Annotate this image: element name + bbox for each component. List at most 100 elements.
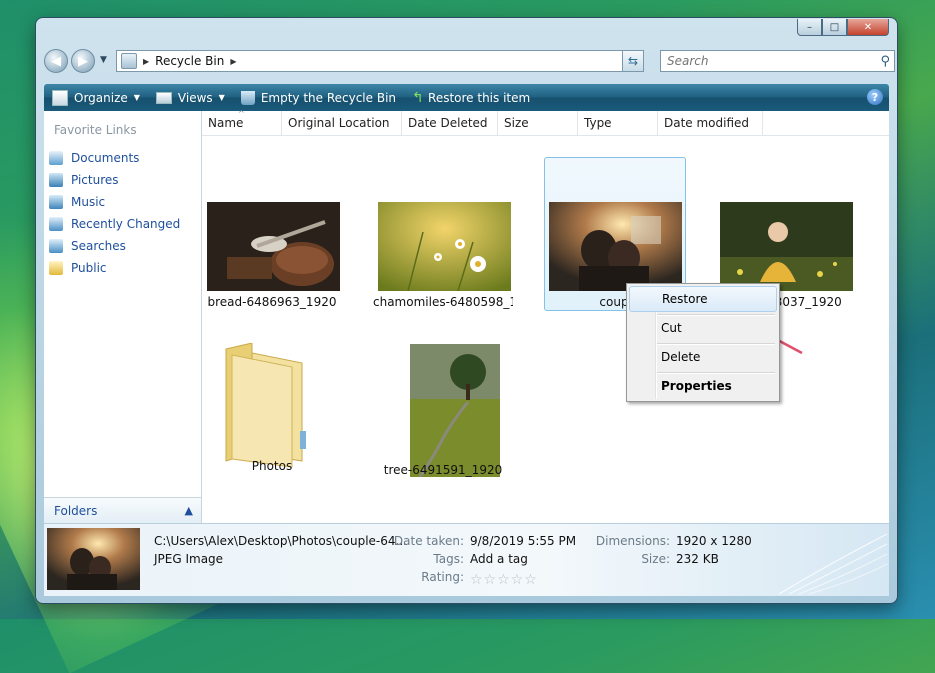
- column-size[interactable]: Size: [498, 111, 578, 135]
- column-original-location[interactable]: Original Location: [282, 111, 402, 135]
- details-size-label: Size:: [641, 552, 670, 566]
- sidebar-item-documents[interactable]: Documents: [49, 147, 180, 169]
- file-item-bread[interactable]: bread-6486963_1920: [202, 191, 342, 311]
- sidebar-item-label: Music: [71, 195, 106, 209]
- sidebar-item-public[interactable]: Public: [49, 257, 180, 279]
- back-button[interactable]: ◀: [44, 49, 68, 73]
- column-name[interactable]: ^ Name: [202, 109, 282, 135]
- help-icon[interactable]: ?: [867, 89, 883, 105]
- details-path: C:\Users\Alex\Desktop\Photos\couple-64..…: [154, 534, 407, 548]
- column-type[interactable]: Type: [578, 111, 658, 135]
- chevron-down-icon: ▼: [133, 93, 140, 102]
- details-size: 232 KB: [676, 552, 719, 566]
- refresh-icon: ⇆: [627, 54, 639, 68]
- organize-label: Organize: [74, 90, 128, 105]
- minimize-button[interactable]: –: [797, 19, 822, 36]
- girl-thumbnail: [720, 202, 853, 291]
- details-date-taken[interactable]: 9/8/2019 5:55 PM: [470, 534, 576, 548]
- file-item-label: Photos: [251, 459, 293, 473]
- couple-thumbnail: [549, 202, 682, 291]
- music-icon: [49, 195, 63, 209]
- sidebar-item-label: Searches: [71, 239, 126, 253]
- column-label: Type: [584, 116, 612, 130]
- context-menu: Restore Cut Delete Properties: [626, 283, 780, 402]
- views-icon: [155, 91, 172, 104]
- breadcrumb-chevron-icon[interactable]: ▶: [143, 57, 149, 66]
- navigation-pane: Favorite Links Documents Pictures Music …: [44, 111, 202, 523]
- context-menu-cut[interactable]: Cut: [629, 315, 777, 341]
- context-menu-label: Cut: [661, 321, 682, 335]
- empty-recycle-bin-label: Empty the Recycle Bin: [260, 90, 397, 105]
- chevron-down-icon: ▼: [218, 93, 225, 102]
- recycle-bin-small-icon: [121, 53, 137, 69]
- details-dimensions: 1920 x 1280: [676, 534, 752, 548]
- context-menu-label: Properties: [661, 379, 732, 393]
- sidebar-item-recently-changed[interactable]: Recently Changed: [49, 213, 180, 235]
- favorite-links-list: Documents Pictures Music Recently Change…: [49, 147, 180, 279]
- chevron-up-icon: ▲: [184, 504, 193, 517]
- chamomiles-thumbnail: [378, 202, 511, 291]
- file-list: ^ Name Original Location Date Deleted Siz…: [202, 109, 889, 523]
- details-swoosh-decoration: [778, 533, 888, 595]
- search-box[interactable]: ⚲: [660, 50, 895, 72]
- recent-pages-dropdown[interactable]: ▼: [100, 55, 107, 65]
- address-bar[interactable]: ▶ Recycle Bin ▶ ▼: [116, 50, 644, 72]
- sidebar-item-label: Recently Changed: [71, 217, 181, 231]
- context-menu-label: Restore: [662, 292, 708, 306]
- column-label: Original Location: [288, 116, 390, 130]
- search-input[interactable]: [665, 53, 869, 69]
- public-icon: [49, 261, 63, 275]
- close-button[interactable]: ✕: [847, 19, 889, 36]
- restore-item-button[interactable]: ↰ Restore this item: [404, 84, 538, 111]
- details-rating-label: Rating:: [421, 570, 464, 584]
- context-menu-restore[interactable]: Restore: [629, 286, 777, 312]
- search-icon[interactable]: ⚲: [880, 54, 890, 69]
- sidebar-item-pictures[interactable]: Pictures: [49, 169, 180, 191]
- context-menu-delete[interactable]: Delete: [629, 344, 777, 370]
- command-bar: Organize ▼ Views ▼ Empty the Recycle Bin…: [44, 84, 889, 111]
- column-header: ^ Name Original Location Date Deleted Siz…: [202, 109, 889, 136]
- organize-button[interactable]: Organize ▼: [44, 84, 148, 111]
- column-label: Name: [208, 116, 244, 130]
- empty-recycle-bin-button[interactable]: Empty the Recycle Bin: [233, 84, 404, 111]
- recently-changed-icon: [49, 217, 63, 231]
- organize-icon: [52, 89, 68, 106]
- file-item-chamomiles[interactable]: chamomiles-6480598_1...: [373, 191, 513, 311]
- folders-toggle[interactable]: Folders ▲: [44, 497, 201, 523]
- folder-icon: [225, 343, 306, 468]
- context-menu-label: Delete: [661, 350, 701, 364]
- favorite-links-title: Favorite Links: [54, 123, 137, 137]
- sidebar-item-searches[interactable]: Searches: [49, 235, 180, 257]
- column-label: Size: [504, 116, 529, 130]
- restore-arrow-icon: ↰: [412, 89, 424, 106]
- explorer-window: – □ ✕ ◀ ▶ ▼ ▶ Recycle Bin ▶ ▼ ⇆ ⚲ Organi…: [36, 18, 897, 603]
- navigation-bar: ◀ ▶ ▼ ▶ Recycle Bin ▶ ▼ ⇆ ⚲: [44, 48, 895, 74]
- breadcrumb-recycle-bin[interactable]: Recycle Bin: [155, 54, 224, 68]
- maximize-button[interactable]: □: [822, 19, 847, 36]
- sidebar-item-music[interactable]: Music: [49, 191, 180, 213]
- column-label: Date Deleted: [408, 116, 488, 130]
- breadcrumb-chevron-icon[interactable]: ▶: [230, 57, 236, 66]
- recycle-bin-icon: [240, 90, 255, 105]
- bread-thumbnail: [207, 202, 340, 291]
- pictures-icon: [49, 173, 63, 187]
- caption-buttons: – □ ✕: [797, 19, 889, 36]
- documents-icon: [49, 151, 63, 165]
- sidebar-item-label: Documents: [71, 151, 140, 165]
- rating-stars[interactable]: ☆☆☆☆☆: [470, 572, 538, 588]
- details-tags-label: Tags:: [433, 552, 464, 566]
- details-tags[interactable]: Add a tag: [470, 552, 528, 566]
- views-button[interactable]: Views ▼: [148, 84, 233, 111]
- searches-icon: [49, 239, 63, 253]
- column-date-deleted[interactable]: Date Deleted: [402, 111, 498, 135]
- file-item-label: chamomiles-6480598_1...: [373, 295, 513, 309]
- file-item-label: bread-6486963_1920: [207, 295, 337, 309]
- refresh-button[interactable]: ⇆: [622, 50, 644, 72]
- context-menu-properties[interactable]: Properties: [629, 373, 777, 399]
- column-label: Date modified: [664, 116, 750, 130]
- sidebar-item-label: Pictures: [71, 173, 119, 187]
- forward-button[interactable]: ▶: [71, 49, 95, 73]
- column-date-modified[interactable]: Date modified: [658, 111, 763, 135]
- file-item-tree[interactable]: tree-6491591_1920: [373, 339, 513, 479]
- folder-item-photos[interactable]: Photos: [202, 339, 342, 479]
